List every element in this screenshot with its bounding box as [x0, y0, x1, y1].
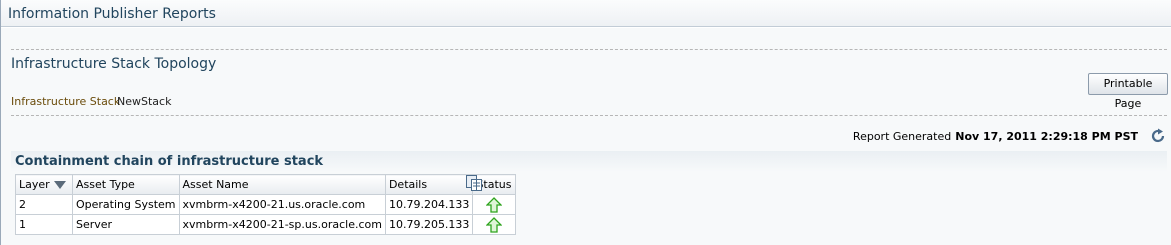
page-title: Information Publisher Reports [8, 6, 216, 22]
column-header-details[interactable]: Details [384, 174, 474, 195]
table-header-row: Layer Asset Type Asset Name Details Stat… [15, 174, 517, 195]
cell-asset-type: Server [72, 214, 180, 235]
column-header-layer[interactable]: Layer [15, 174, 73, 195]
divider [11, 115, 1167, 116]
status-up-arrow-icon [485, 196, 504, 213]
cell-asset-name: xvmbrm-x4200-21-sp.us.oracle.com [178, 214, 386, 235]
cell-asset-name: xvmbrm-x4200-21.us.oracle.com [178, 194, 386, 215]
cell-asset-type: Operating System [72, 194, 180, 215]
table-row: 1 Server xvmbrm-x4200-21-sp.us.oracle.co… [15, 214, 517, 235]
status-up-arrow-icon [485, 216, 504, 233]
sort-descending-icon[interactable] [53, 181, 66, 189]
breadcrumb-value: NewStack [117, 95, 172, 108]
page-header: Information Publisher Reports [1, 0, 1171, 27]
cell-details: 10.79.204.133 [384, 194, 474, 215]
region-header: Containment chain of infrastructure stac… [11, 151, 1167, 172]
containment-table: Layer Asset Type Asset Name Details Stat… [15, 174, 517, 235]
printable-page-button[interactable]: Printable Page [1088, 73, 1168, 110]
report-generated-value: Nov 17, 2011 2:29:18 PM PST [955, 130, 1138, 143]
cell-status [472, 194, 517, 215]
refresh-icon[interactable] [1150, 128, 1166, 144]
region-title: Containment chain of infrastructure stac… [15, 154, 324, 169]
cell-layer: 1 [15, 214, 73, 235]
report-generated: Report Generated Nov 17, 2011 2:29:18 PM … [853, 130, 1138, 143]
cell-layer: 2 [15, 194, 73, 215]
breadcrumb-label: Infrastructure Stack [11, 95, 121, 108]
divider [11, 49, 1167, 50]
table-row: 2 Operating System xvmbrm-x4200-21.us.or… [15, 194, 517, 215]
column-header-asset-type[interactable]: Asset Type [72, 174, 180, 195]
cell-details: 10.79.205.133 [384, 214, 474, 235]
report-generated-label: Report Generated [852, 130, 952, 143]
export-table-icon[interactable] [466, 175, 482, 191]
column-header-asset-name[interactable]: Asset Name [178, 174, 386, 195]
cell-status [472, 214, 517, 235]
report-title: Infrastructure Stack Topology [11, 56, 217, 72]
